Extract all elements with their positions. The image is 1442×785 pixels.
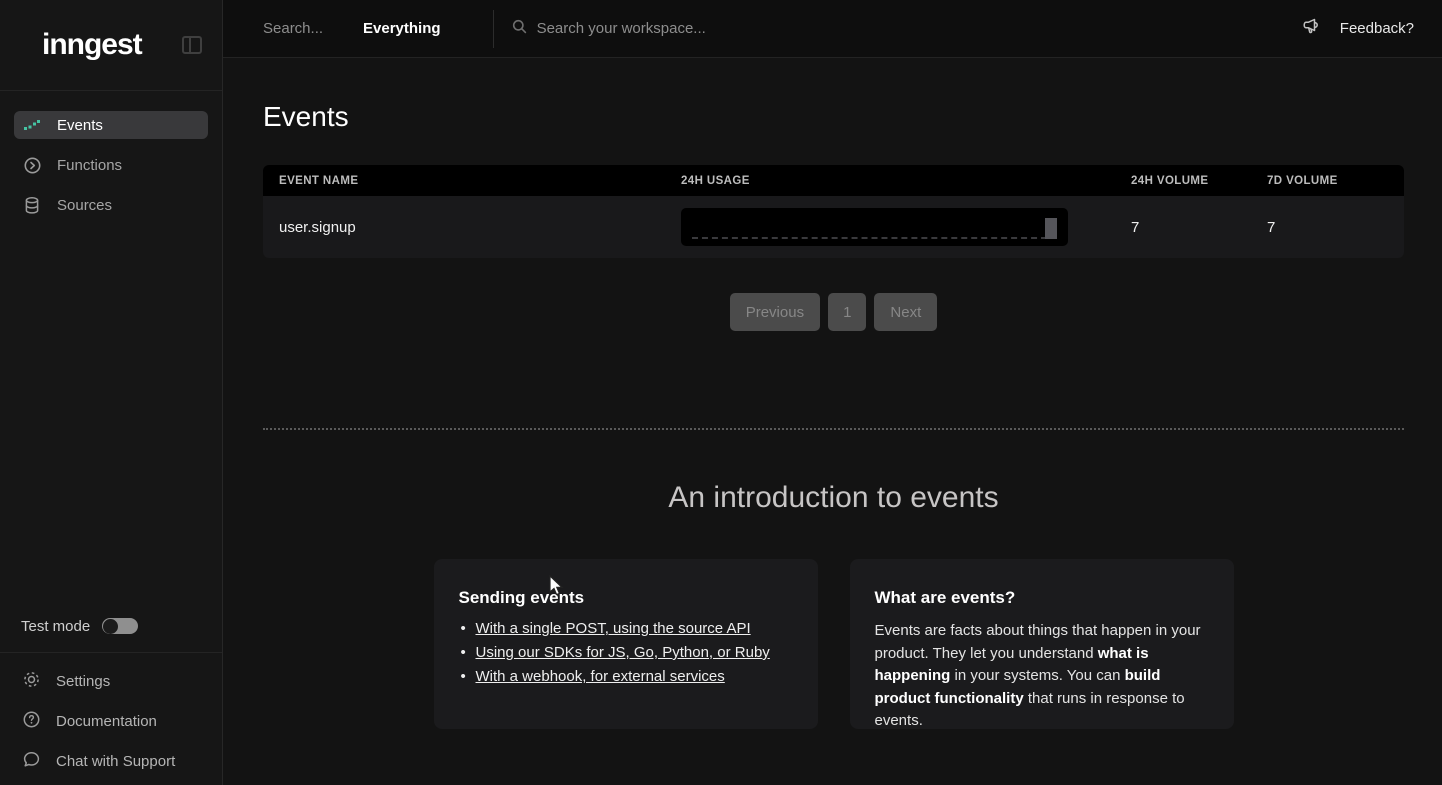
megaphone-icon[interactable] (1302, 16, 1322, 41)
feedback-link[interactable]: Feedback? (1340, 20, 1414, 37)
next-page-button[interactable]: Next (874, 293, 937, 331)
usage-sparkline-chart (681, 208, 1068, 246)
volume-7d-cell: 7 (1267, 219, 1404, 236)
toggle-knob (103, 619, 118, 634)
column-header-event-name: EVENT NAME (263, 175, 681, 187)
sending-events-links: With a single POST, using the source API… (459, 620, 793, 685)
column-header-24h-volume: 24H VOLUME (1131, 175, 1267, 187)
inngest-logo: inngest (42, 28, 142, 62)
section-divider (263, 428, 1404, 430)
sidebar-item-functions[interactable]: Functions (14, 151, 208, 179)
table-header-row: EVENT NAME 24H USAGE 24H VOLUME 7D VOLUM… (263, 165, 1404, 196)
sending-events-card: Sending events With a single POST, using… (434, 559, 818, 729)
functions-icon (23, 157, 41, 174)
sidebar-header: inngest (0, 0, 222, 91)
sidebar-footer: Settings Documentation C (0, 652, 222, 785)
intro-cards: Sending events With a single POST, using… (263, 559, 1404, 729)
link-sdks[interactable]: Using our SDKs for JS, Go, Python, or Ru… (476, 644, 770, 661)
card-title: Sending events (459, 588, 793, 608)
test-mode-row: Test mode (0, 600, 222, 652)
sidebar-item-label: Documentation (56, 713, 157, 730)
card-paragraph: Events are facts about things that happe… (875, 620, 1209, 733)
sidebar-item-events[interactable]: Events (14, 111, 208, 139)
events-dots-icon (23, 119, 41, 131)
main-column: Search... Everything (223, 0, 1442, 785)
event-name-cell: user.signup (263, 219, 681, 236)
topbar: Search... Everything (223, 0, 1442, 58)
link-source-api[interactable]: With a single POST, using the source API (476, 620, 751, 637)
topbar-right: Feedback? (1302, 16, 1414, 41)
previous-page-button[interactable]: Previous (730, 293, 820, 331)
what-are-events-card: What are events? Events are facts about … (850, 559, 1234, 729)
pagination: Previous 1 Next (263, 293, 1404, 331)
sidebar-item-label: Functions (57, 157, 122, 174)
volume-24h-cell: 7 (1131, 219, 1267, 236)
sidebar-item-label: Chat with Support (56, 753, 175, 770)
sidebar-item-label: Events (57, 117, 103, 134)
column-header-7d-volume: 7D VOLUME (1267, 175, 1404, 187)
topbar-divider (493, 10, 494, 48)
test-mode-toggle[interactable] (102, 618, 138, 634)
app-window: inngest Events (0, 0, 1442, 785)
intro-heading: An introduction to events (263, 481, 1404, 515)
sidebar-item-chat-support[interactable]: Chat with Support (14, 747, 208, 775)
sidebar-item-label: Sources (57, 197, 112, 214)
sidebar-item-sources[interactable]: Sources (14, 191, 208, 219)
sidebar: inngest Events (0, 0, 223, 785)
list-item: With a single POST, using the source API (459, 620, 793, 637)
events-table: EVENT NAME 24H USAGE 24H VOLUME 7D VOLUM… (263, 165, 1404, 258)
column-header-24h-usage: 24H USAGE (681, 175, 1131, 187)
page-content: Events EVENT NAME 24H USAGE 24H VOLUME 7… (223, 58, 1442, 785)
sidebar-collapse-icon[interactable] (180, 33, 204, 57)
sidebar-nav: Events Functions (0, 91, 222, 219)
workspace-search (512, 19, 1302, 39)
gear-icon (23, 671, 40, 692)
page-title: Events (263, 101, 1404, 133)
global-search-trigger[interactable]: Search... (263, 20, 323, 37)
list-item: Using our SDKs for JS, Go, Python, or Ru… (459, 644, 793, 661)
search-scope-everything[interactable]: Everything (363, 20, 441, 37)
question-circle-icon (23, 711, 40, 732)
list-item: With a webhook, for external services (459, 668, 793, 685)
page-number-button[interactable]: 1 (828, 293, 866, 331)
usage-cell (681, 208, 1131, 246)
sparkline-bar (1045, 218, 1057, 239)
sources-icon (23, 197, 41, 214)
table-row[interactable]: user.signup 7 7 (263, 196, 1404, 258)
sidebar-item-settings[interactable]: Settings (14, 667, 208, 695)
card-title: What are events? (875, 588, 1209, 608)
sidebar-spacer (0, 219, 222, 600)
sparkline-baseline (692, 237, 1057, 239)
sidebar-item-documentation[interactable]: Documentation (14, 707, 208, 735)
sidebar-item-label: Settings (56, 673, 110, 690)
test-mode-label: Test mode (21, 618, 90, 635)
link-webhook[interactable]: With a webhook, for external services (476, 668, 725, 685)
search-icon (512, 19, 527, 39)
chat-bubble-icon (23, 751, 40, 772)
workspace-search-input[interactable] (537, 20, 957, 37)
